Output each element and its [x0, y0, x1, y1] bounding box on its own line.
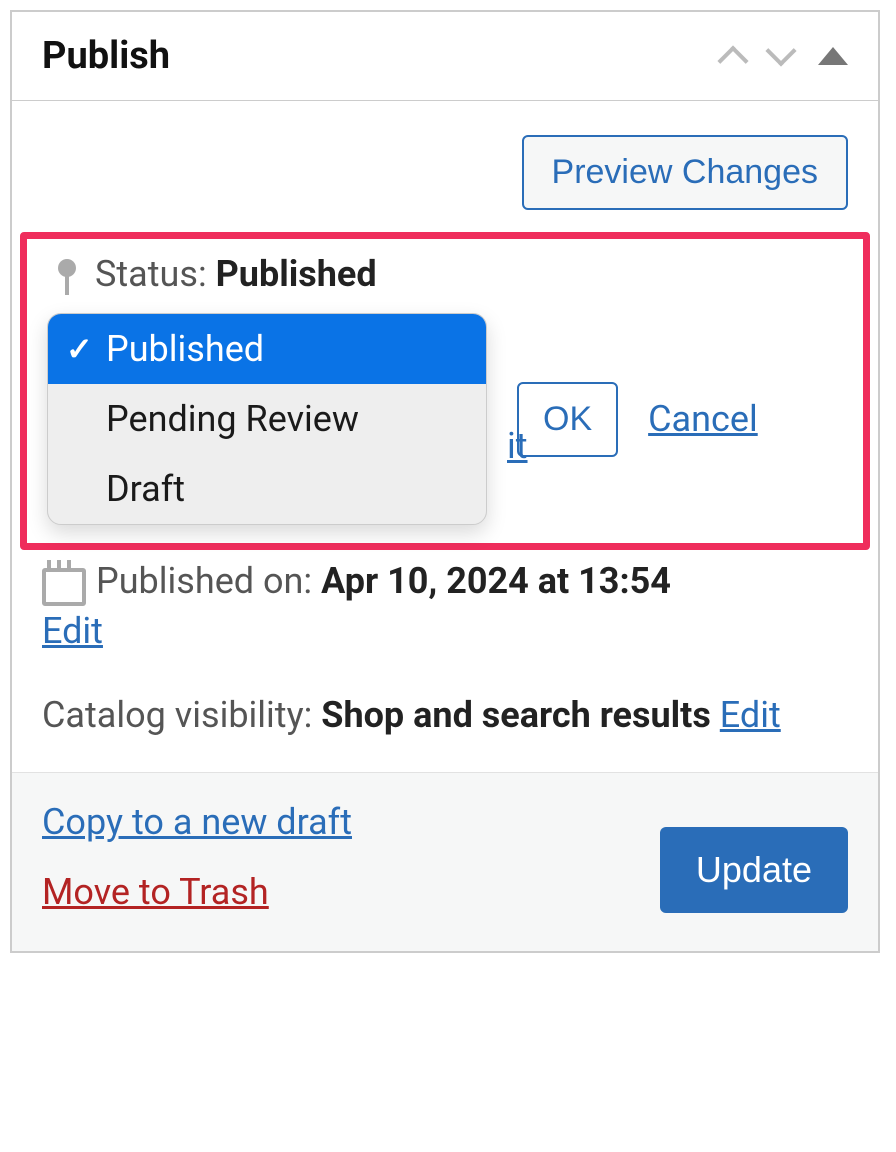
calendar-icon [42, 562, 78, 598]
catalog-visibility-value: Shop and search results [321, 694, 711, 736]
catalog-visibility-label: Catalog visibility: [42, 694, 312, 736]
move-to-trash-link[interactable]: Move to Trash [42, 871, 352, 913]
obscured-edit-link-fragment: it [507, 425, 528, 467]
status-option-draft[interactable]: Draft [48, 454, 486, 524]
panel-title: Publish [42, 34, 170, 78]
panel-footer: Copy to a new draft Move to Trash Update [12, 772, 878, 951]
status-controls-row: Published Pending Review Draft OK Cancel [47, 313, 843, 525]
status-dropdown[interactable]: Published Pending Review Draft [47, 313, 487, 525]
cancel-link[interactable]: Cancel [648, 398, 758, 440]
copy-to-new-draft-link[interactable]: Copy to a new draft [42, 801, 352, 843]
catalog-visibility-row: Catalog visibility: Shop and search resu… [12, 680, 878, 772]
status-value: Published [216, 253, 377, 295]
collapse-toggle-icon[interactable] [818, 47, 848, 65]
published-on-label: Published on: [96, 560, 312, 602]
move-up-icon[interactable] [717, 45, 748, 76]
pin-icon [55, 263, 77, 285]
footer-left: Copy to a new draft Move to Trash [42, 801, 352, 913]
status-option-pending-review[interactable]: Pending Review [48, 384, 486, 454]
update-button[interactable]: Update [660, 827, 848, 913]
ok-button[interactable]: OK [517, 382, 618, 457]
status-highlight-box: Status: Published Published Pending Revi… [20, 232, 870, 550]
edit-catalog-link[interactable]: Edit [720, 694, 781, 736]
preview-row: Preview Changes [12, 101, 878, 232]
edit-date-link[interactable]: Edit [42, 610, 848, 652]
panel-header: Publish [12, 12, 878, 101]
move-down-icon[interactable] [765, 35, 796, 66]
panel-header-controls [722, 40, 848, 72]
panel-body: Preview Changes Status: Published Publis… [12, 101, 878, 772]
published-on-value: Apr 10, 2024 at 13:54 [321, 560, 671, 602]
status-label: Status: [95, 253, 207, 295]
preview-changes-button[interactable]: Preview Changes [522, 135, 848, 210]
published-on-row: Published on: Apr 10, 2024 at 13:54 [12, 550, 878, 608]
status-line: Status: Published [55, 253, 843, 295]
publish-panel: Publish Preview Changes Status: Publishe… [10, 10, 880, 953]
status-option-published[interactable]: Published [48, 314, 486, 384]
